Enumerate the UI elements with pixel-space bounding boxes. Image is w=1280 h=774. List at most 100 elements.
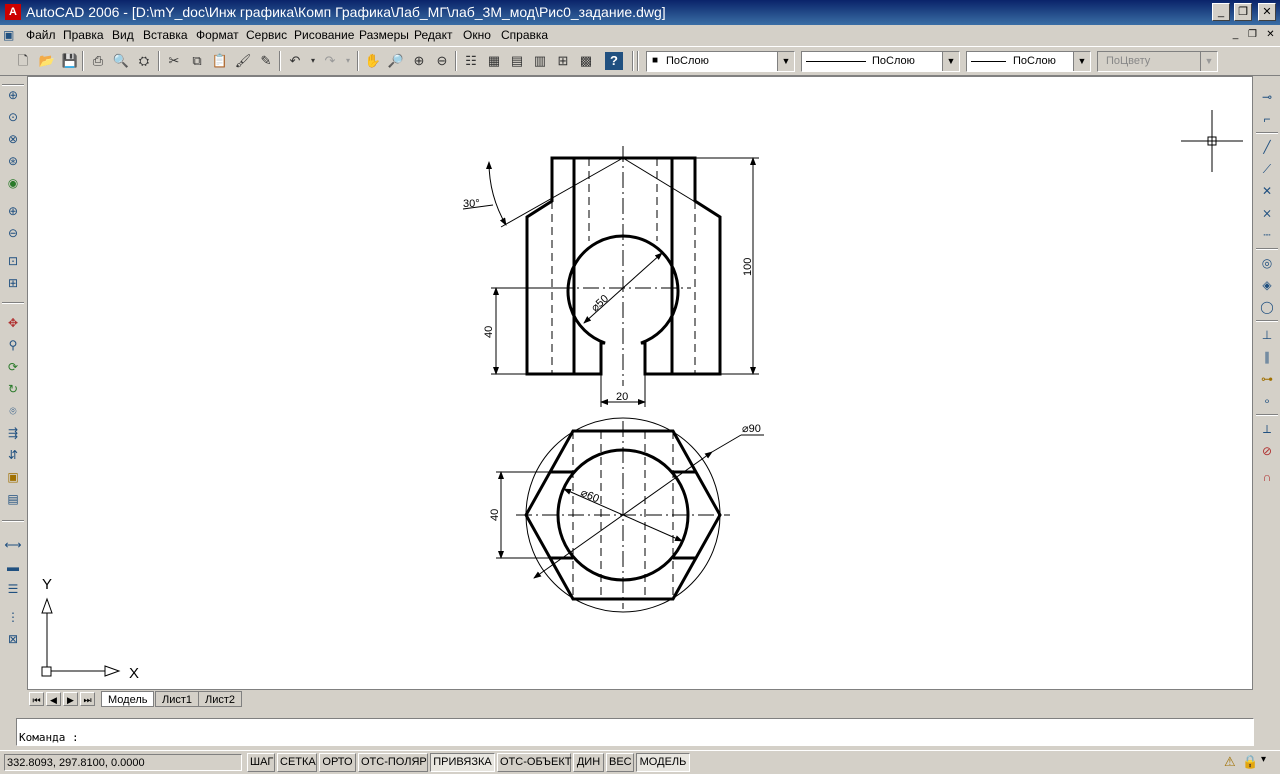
adjust-clip-icon[interactable]: ▤ — [4, 490, 22, 508]
snap-perpendicular-icon[interactable]: ⊥ — [1258, 326, 1276, 344]
otrack-toggle[interactable]: ОТС-ОБЪЕКТ — [497, 753, 571, 772]
menu-tools[interactable]: Сервис — [246, 28, 287, 42]
lock-icon[interactable]: 🔒 — [1242, 754, 1258, 770]
tab-sheet1[interactable]: Лист1 — [155, 691, 200, 707]
command-line[interactable]: Команда : — [16, 718, 1254, 746]
doc-restore-button[interactable]: ❐ — [1245, 28, 1260, 42]
snap-quadrant-icon[interactable]: ◈ — [1258, 276, 1276, 294]
chevron-down-icon[interactable]: ▼ — [777, 52, 794, 71]
zoom-object-icon[interactable]: ◉ — [4, 174, 22, 192]
lineweight-combo[interactable]: ПоСлою ▼ — [966, 51, 1091, 72]
doc-close-button[interactable]: ✕ — [1263, 28, 1278, 42]
menu-insert[interactable]: Вставка — [143, 28, 188, 42]
camera-icon[interactable]: ⌾ — [4, 402, 22, 420]
minimize-button[interactable]: _ — [1212, 3, 1230, 21]
grid-toggle[interactable]: СЕТКА — [277, 753, 317, 772]
snap-center-icon[interactable]: ◎ — [1258, 254, 1276, 272]
color-combo[interactable]: ■ ПоСлою ▼ — [646, 51, 795, 72]
snap-extension-icon[interactable]: ┄ — [1258, 226, 1276, 244]
snap-toggle[interactable]: ШАГ — [247, 753, 275, 772]
block-editor-icon[interactable]: ✎ — [257, 52, 275, 70]
close-button[interactable]: ✕ — [1258, 3, 1276, 21]
zoom-in-icon[interactable]: ⊕ — [4, 202, 22, 220]
snap-parallel-icon[interactable]: ∥ — [1258, 348, 1276, 366]
publish-icon[interactable]: ⛭ — [135, 52, 153, 70]
design-center-icon[interactable]: ▦ — [485, 52, 503, 70]
zoom-window-icon[interactable]: ⊕ — [410, 52, 428, 70]
snap-from-icon[interactable]: ⌐ — [1258, 110, 1276, 128]
snap-temporary-track-icon[interactable]: ⊸ — [1258, 88, 1276, 106]
model-toggle[interactable]: МОДЕЛЬ — [636, 753, 690, 772]
zoom-dynamic-icon[interactable]: ⊙ — [4, 108, 22, 126]
properties-icon[interactable]: ☷ — [462, 52, 480, 70]
copy-icon[interactable]: ⧉ — [188, 52, 206, 70]
menu-view[interactable]: Вид — [112, 28, 134, 42]
snap-apparent-intersection-icon[interactable]: ⨯ — [1258, 204, 1276, 222]
next-tab-icon[interactable]: ▶ — [63, 692, 78, 706]
match-properties-icon[interactable]: 🖌 — [234, 52, 252, 70]
zoom-out-icon[interactable]: ⊖ — [4, 224, 22, 242]
save-icon[interactable]: 💾 — [61, 52, 79, 70]
plot-preview-icon[interactable]: 🔍 — [112, 52, 130, 70]
zoom-realtime-icon[interactable]: 🔎 — [387, 52, 405, 70]
snap-tangent-icon[interactable]: ◯ — [1258, 298, 1276, 316]
menu-draw[interactable]: Рисование — [294, 28, 354, 42]
swivel-icon[interactable]: ⇶ — [4, 424, 22, 442]
distance-icon[interactable]: ⇵ — [4, 446, 22, 464]
paste-icon[interactable]: 📋 — [211, 52, 229, 70]
zoom-scale-icon[interactable]: ⊗ — [4, 130, 22, 148]
menu-dimension[interactable]: Размеры — [359, 28, 409, 42]
last-tab-icon[interactable]: ⏭ — [80, 692, 95, 706]
zoom-center-icon[interactable]: ⊛ — [4, 152, 22, 170]
coordinates-readout[interactable]: 332.8093, 297.8100, 0.0000 — [4, 754, 242, 771]
snap-none-icon[interactable]: ⊘ — [1258, 442, 1276, 460]
snap-nearest-icon[interactable]: ⟂ — [1258, 420, 1276, 438]
drawing-doc-icon[interactable]: ▣ — [3, 28, 14, 42]
osnap-settings-icon[interactable]: ∩ — [1258, 468, 1276, 486]
open-icon[interactable]: 📂 — [38, 52, 56, 70]
first-tab-icon[interactable]: ⏮ — [29, 692, 44, 706]
zoom-3d-icon[interactable]: ⚲ — [4, 336, 22, 354]
prev-tab-icon[interactable]: ◀ — [46, 692, 61, 706]
menu-edit[interactable]: Правка — [63, 28, 104, 42]
dim-aligned-icon[interactable]: ▬ — [4, 558, 22, 576]
sheet-set-icon[interactable]: ▥ — [531, 52, 549, 70]
pan-3d-icon[interactable]: ✥ — [4, 314, 22, 332]
menu-file[interactable]: Файл — [26, 28, 56, 42]
status-menu-icon[interactable]: ▾ — [1261, 754, 1266, 765]
redo-icon[interactable]: ↷ — [321, 52, 339, 70]
dim-baseline-icon[interactable]: ☰ — [4, 580, 22, 598]
dyn-toggle[interactable]: ДИН — [573, 753, 604, 772]
orbit-icon[interactable]: ⟳ — [4, 358, 22, 376]
redo-dropdown-icon[interactable]: ▾ — [339, 52, 357, 70]
markup-icon[interactable]: ⊞ — [554, 52, 572, 70]
new-icon[interactable]: 🗋 — [14, 52, 32, 70]
snap-midpoint-icon[interactable]: ⟋ — [1258, 160, 1276, 178]
zoom-window-icon[interactable]: ⊕ — [4, 86, 22, 104]
drawing-canvas[interactable]: 30° 100 ⌀50 40 20 ⌀90 ⌀60 40 Y X — [27, 76, 1253, 690]
snap-intersection-icon[interactable]: ✕ — [1258, 182, 1276, 200]
snap-node-icon[interactable]: ∘ — [1258, 392, 1276, 410]
calculator-icon[interactable]: ▩ — [577, 52, 595, 70]
menu-help[interactable]: Справка — [501, 28, 548, 42]
lineweight-toggle[interactable]: ВЕС — [606, 753, 634, 772]
zoom-previous-icon[interactable]: ⊖ — [433, 52, 451, 70]
zoom-all-icon[interactable]: ⊡ — [4, 252, 22, 270]
pan-icon[interactable]: ✋ — [364, 52, 382, 70]
ortho-toggle[interactable]: ОРТО — [319, 753, 356, 772]
tab-sheet2[interactable]: Лист2 — [198, 691, 243, 707]
doc-minimize-button[interactable]: _ — [1228, 28, 1243, 42]
polar-toggle[interactable]: ОТС-ПОЛЯР — [358, 753, 428, 772]
undo-icon[interactable]: ↶ — [286, 52, 304, 70]
cut-icon[interactable]: ✂ — [165, 52, 183, 70]
menu-window[interactable]: Окно — [463, 28, 491, 42]
snap-insert-icon[interactable]: ⊶ — [1258, 370, 1276, 388]
plot-icon[interactable]: ⎙ — [89, 52, 107, 70]
dim-ordinate-icon[interactable]: ⋮ — [4, 608, 22, 626]
dim-linear-icon[interactable]: ⟷ — [4, 536, 22, 554]
menu-format[interactable]: Формат — [196, 28, 239, 42]
undo-dropdown-icon[interactable]: ▾ — [304, 52, 322, 70]
clip-icon[interactable]: ▣ — [4, 468, 22, 486]
drawing-svg[interactable]: 30° 100 ⌀50 40 20 ⌀90 ⌀60 40 Y X — [28, 77, 1252, 689]
help-icon[interactable]: ? — [605, 52, 623, 70]
